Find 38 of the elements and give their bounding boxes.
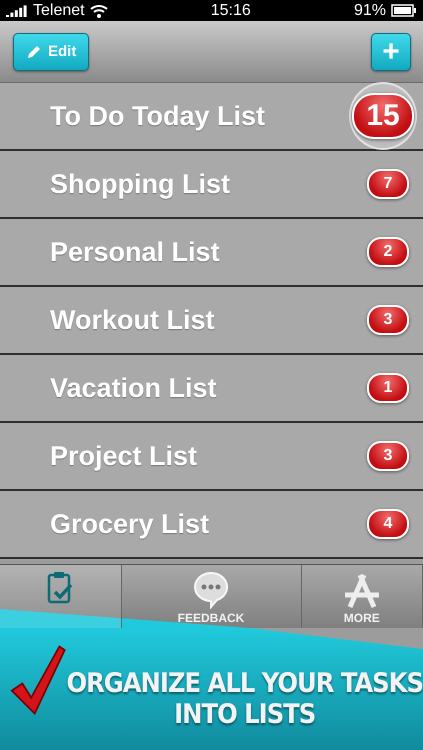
count-badge: 15 <box>352 93 414 139</box>
list-row[interactable]: Vacation List 1 <box>0 355 423 423</box>
count-badge: 7 <box>367 169 409 199</box>
pencil-icon <box>26 44 42 60</box>
list-row[interactable]: Project List 3 <box>0 423 423 491</box>
banner-headline: ORGANIZE ALL YOUR TASKS <box>66 668 423 699</box>
battery-icon <box>390 4 417 17</box>
list-name: Workout List <box>50 304 214 336</box>
tab[interactable]: MORE <box>302 565 423 628</box>
count-badge: 3 <box>367 305 409 335</box>
battery-percent: 91% <box>354 2 386 20</box>
count-badge: 1 <box>367 373 409 403</box>
list-row[interactable]: Shopping List 7 <box>0 151 423 219</box>
tab-label: FEEDBACK <box>178 611 244 625</box>
carrier-name: Telenet <box>33 2 85 20</box>
clipboard-check-icon <box>47 571 74 605</box>
list-name: Vacation List <box>50 372 217 404</box>
edit-button[interactable]: Edit <box>13 32 90 70</box>
list-row[interactable]: To Do Today List 15 <box>0 83 423 151</box>
banner-headline: INTO LISTS <box>174 699 316 730</box>
list-row[interactable]: Grocery List 4 <box>0 491 423 559</box>
list-name: Grocery List <box>50 508 210 540</box>
list-name: To Do Today List <box>50 100 265 132</box>
signal-icon <box>6 4 28 16</box>
count-badge: 3 <box>367 441 409 471</box>
list-name: Shopping List <box>50 168 230 200</box>
tab[interactable] <box>0 565 122 628</box>
count-badge: 2 <box>367 237 409 267</box>
count-badge: 4 <box>367 509 409 539</box>
list-name: Personal List <box>50 236 220 268</box>
list-row[interactable]: Workout List 3 <box>0 287 423 355</box>
list-row[interactable]: Personal List 2 <box>0 219 423 287</box>
tab-label: MORE <box>344 611 380 625</box>
wifi-icon <box>90 4 108 18</box>
speech-bubble-icon <box>192 571 230 609</box>
add-button[interactable]: + <box>371 32 411 70</box>
status-time: 15:16 <box>210 2 251 20</box>
list-name: Project List <box>50 440 198 472</box>
